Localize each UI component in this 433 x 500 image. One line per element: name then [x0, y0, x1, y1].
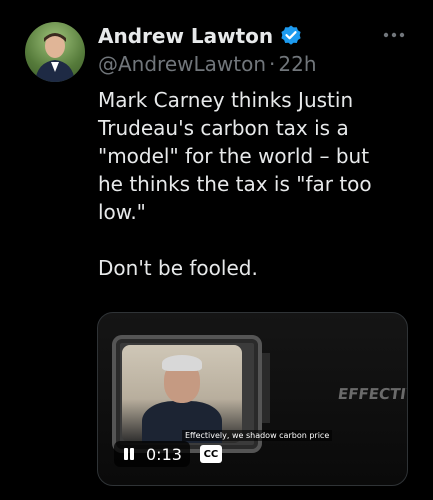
- author-handle[interactable]: @AndrewLawton: [98, 52, 266, 76]
- video-player[interactable]: EFFECTIVELY A SHADOW Effectively, we sha…: [97, 312, 408, 486]
- tweet[interactable]: Andrew Lawton @AndrewLawton · 22h Mark C…: [0, 0, 433, 500]
- video-controls: 0:13 CC: [114, 441, 222, 467]
- video-elapsed-time: 0:13: [146, 444, 182, 464]
- video-caption: Effectively, we shadow carbon price: [182, 430, 333, 441]
- pause-icon[interactable]: [122, 447, 136, 461]
- video-overlay-text: EFFECTIVELY A SHADOW: [336, 385, 408, 403]
- verified-badge-icon: [281, 25, 301, 45]
- video-frame-screen: [122, 345, 242, 443]
- author-display-name[interactable]: Andrew Lawton: [98, 24, 273, 48]
- closed-captions-icon[interactable]: CC: [199, 445, 222, 463]
- more-options-icon: [383, 32, 405, 38]
- meta-separator: ·: [269, 52, 276, 76]
- tweet-timestamp[interactable]: 22h: [278, 52, 316, 76]
- author-avatar[interactable]: [25, 22, 85, 82]
- avatar-image: [35, 33, 75, 82]
- tweet-text: Mark Carney thinks Justin Trudeau's carb…: [98, 88, 372, 280]
- more-options-button[interactable]: [378, 24, 410, 46]
- playback-pill: 0:13: [114, 441, 190, 467]
